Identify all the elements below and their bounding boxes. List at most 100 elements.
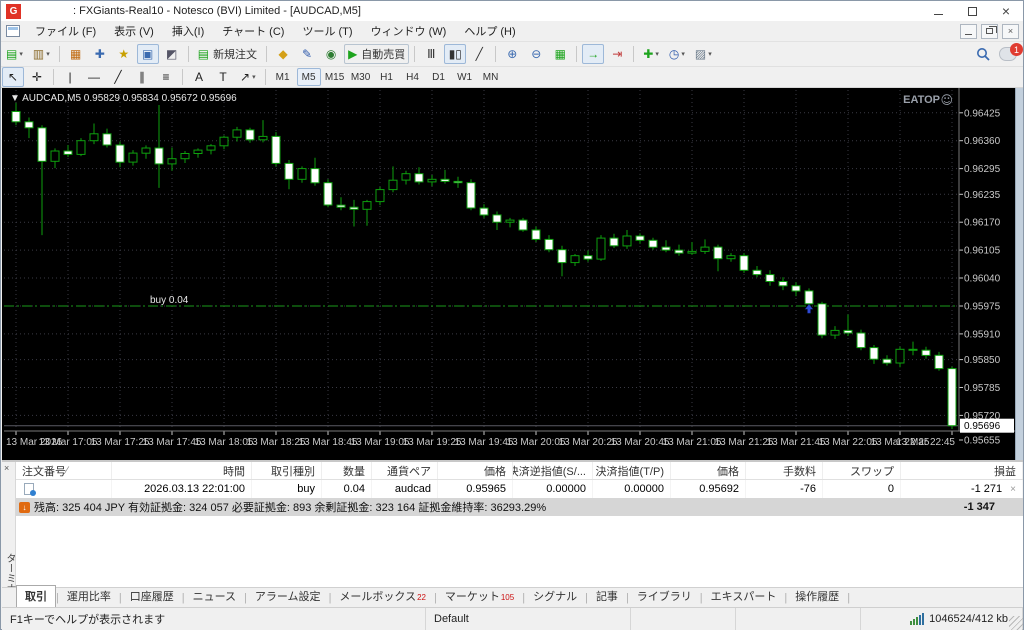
periods-button[interactable]: ◷▾ [665,44,689,64]
timeframe-d1[interactable]: D1 [427,68,451,86]
timeframe-m1[interactable]: M1 [271,68,295,86]
menu-w[interactable]: ウィンドウ (W) [362,20,456,42]
indicators-button[interactable]: ✚▾ [639,44,663,64]
chart-window-scrollbar[interactable] [1015,88,1023,460]
column-header-8[interactable]: 価格 [671,462,746,479]
horizontal-line-button[interactable]: — [83,67,105,87]
fibonacci-button[interactable]: ≡ [155,67,177,87]
metaeditor-button[interactable]: ✎ [296,44,318,64]
timeframe-h4[interactable]: H4 [401,68,425,86]
tab-5[interactable]: メールボックス22 [331,586,434,607]
channel-button[interactable]: ∥ [131,67,153,87]
line-chart-button[interactable]: ╱ [468,44,490,64]
dropdown-arrow-icon[interactable]: ▾ [46,50,50,58]
terminal-button[interactable]: ▣ [137,44,159,64]
close-button[interactable]: × [989,1,1023,21]
terminal-side-strip: × ターミナル [2,462,16,607]
minimize-button[interactable] [921,1,955,21]
terminal-close-icon[interactable]: × [4,463,9,473]
timeframe-m15[interactable]: M15 [323,68,347,86]
trendline-button[interactable]: ╱ [107,67,129,87]
column-header-9[interactable]: 手数料 [746,462,823,479]
tab-6[interactable]: マーケット105 [437,586,522,607]
tab-label: ライブラリ [637,588,692,604]
column-header-6[interactable]: 決済逆指値(S/... [513,462,593,479]
mdi-restore-button[interactable] [981,24,998,39]
tab-4[interactable]: アラーム設定 [247,586,329,607]
auto-scroll-button[interactable]: → [582,44,604,64]
svg-text:0.95785: 0.95785 [964,383,1001,394]
column-header-0[interactable]: 注文番号 ∕ [16,462,112,479]
order-cell-1: 2026.03.13 22:01:00 [112,480,252,498]
market-watch-button[interactable]: ▦ [65,44,87,64]
dropdown-arrow-icon[interactable]: ▾ [681,50,685,58]
tab-8[interactable]: 記事 [588,586,626,607]
chart-area[interactable]: 0.964250.963600.962950.962350.961700.961… [2,88,1016,460]
tab-trade[interactable]: 取引 [16,585,56,608]
text-button[interactable]: A [188,67,210,87]
column-header-1[interactable]: 時間 [112,462,252,479]
dropdown-arrow-icon[interactable]: ▾ [655,50,659,58]
search-icon[interactable] [976,47,991,62]
timeframe-mn[interactable]: MN [479,68,503,86]
order-row[interactable]: 2026.03.13 22:01:00buy0.04audcad0.959650… [16,480,1023,498]
vertical-line-button[interactable]: | [59,67,81,87]
close-position-icon[interactable]: × [1010,484,1016,495]
menu-c[interactable]: チャート (C) [213,20,293,42]
svg-text:0.95655: 0.95655 [964,436,1001,447]
column-header-11[interactable]: 損益 [901,462,1023,479]
status-profile[interactable]: Default [426,608,631,630]
new-chart-button[interactable]: ▤▾ [2,44,27,64]
tab-2[interactable]: 口座履歴 [122,586,182,607]
tab-1[interactable]: 運用比率 [59,586,119,607]
dropdown-arrow-icon[interactable]: ▾ [252,73,256,81]
chart-shift-button[interactable]: ⇥ [606,44,628,64]
profiles-button[interactable]: ▥▾ [29,44,54,64]
timeframe-w1[interactable]: W1 [453,68,477,86]
new-order-button[interactable]: ▤新規注文 [194,44,261,64]
menu-v[interactable]: 表示 (V) [105,20,163,42]
tile-windows-button[interactable]: ▦ [549,44,571,64]
column-header-7[interactable]: 決済指値(T/P) [593,462,671,479]
templates-button[interactable]: ▨▾ [691,44,716,64]
menu-t[interactable]: ツール (T) [293,20,361,42]
scripts-button[interactable]: ◆ [272,44,294,64]
autotrading-button[interactable]: ▶自動売買 [344,44,409,64]
tab-10[interactable]: エキスパート [703,586,785,607]
tab-3[interactable]: ニュース [185,586,244,607]
zoom-in-button[interactable]: ⊕ [501,44,523,64]
bars-button[interactable]: Ⅲ [420,44,442,64]
menu-i[interactable]: 挿入(I) [163,20,213,42]
text-label-button[interactable]: T [212,67,234,87]
crosshair-button[interactable]: ✛ [26,67,48,87]
maximize-button[interactable] [955,1,989,21]
menu-h[interactable]: ヘルプ (H) [455,20,524,42]
shapes-button[interactable]: ↗▾ [236,67,260,87]
tab-11[interactable]: 操作履歴 [787,586,847,607]
column-header-2[interactable]: 取引種別 [252,462,322,479]
data-window-button[interactable]: ✚ [89,44,111,64]
zoom-out-button[interactable]: ⊖ [525,44,547,64]
tab-9[interactable]: ライブラリ [629,586,700,607]
column-header-5[interactable]: 価格 [438,462,513,479]
cursor-button[interactable]: ↖ [2,67,24,87]
navigator-button[interactable]: ★ [113,44,135,64]
timeframe-h1[interactable]: H1 [375,68,399,86]
mdi-close-button[interactable]: × [1002,24,1019,39]
column-header-4[interactable]: 通貨ペア [372,462,438,479]
column-header-3[interactable]: 数量 [322,462,372,479]
community-button[interactable]: ◉ [320,44,342,64]
strategy-tester-button[interactable]: ◩ [161,44,183,64]
timeframe-m30[interactable]: M30 [349,68,373,86]
column-header-10[interactable]: スワップ [823,462,901,479]
notifications-icon[interactable]: 1 [999,47,1017,61]
resize-grip[interactable] [1009,616,1023,630]
timeframe-m5[interactable]: M5 [297,68,321,86]
dropdown-arrow-icon[interactable]: ▾ [708,50,712,58]
dropdown-arrow-icon[interactable]: ▾ [19,50,23,58]
candles-button[interactable]: ▮▯ [444,44,466,64]
mdi-minimize-button[interactable] [960,24,977,39]
menu-f[interactable]: ファイル (F) [26,20,105,42]
community-icon: ◉ [326,48,336,60]
tab-7[interactable]: シグナル [525,586,585,607]
